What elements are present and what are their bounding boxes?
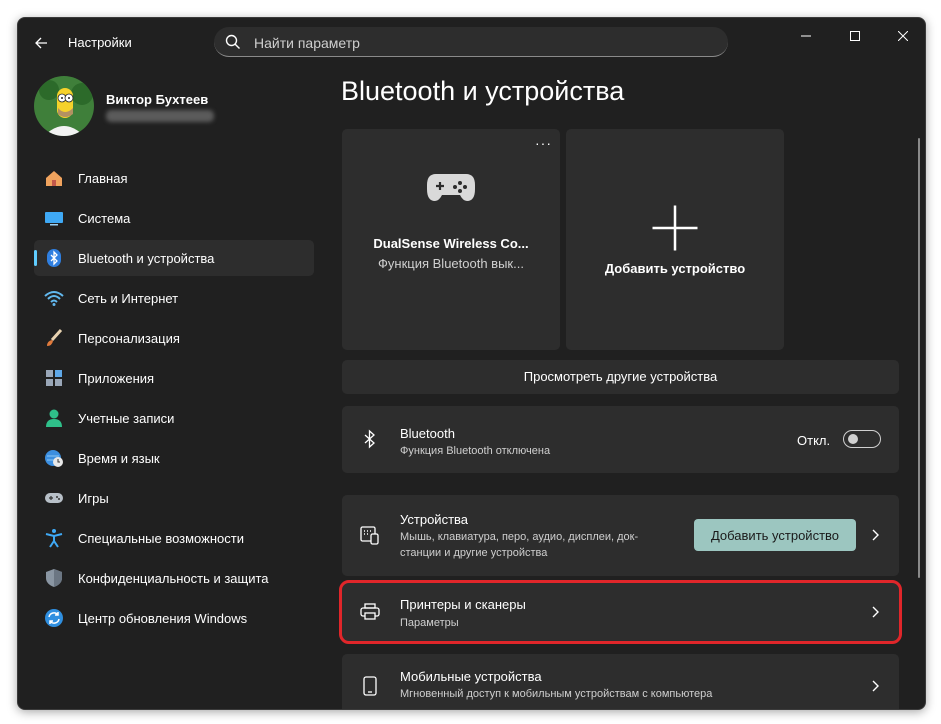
wifi-icon [44,288,64,308]
devices-subtitle-line2: станции и другие устройства [400,547,548,559]
bluetooth-card: Bluetooth Функция Bluetooth отключена От… [342,406,899,473]
back-arrow-icon [35,37,47,49]
gamepad-icon [426,171,476,210]
close-button[interactable] [885,24,921,48]
back-button[interactable] [30,32,52,54]
sidebar-item-label: Главная [78,171,128,186]
sidebar-item-label: Персонализация [78,331,180,346]
bluetooth-title: Bluetooth [400,426,455,441]
sidebar-item-windows-update[interactable]: Центр обновления Windows [34,600,314,636]
sidebar-item-label: Система [78,211,131,226]
sidebar-item-label: Центр обновления Windows [78,611,248,626]
maximize-icon [850,31,860,41]
globe-clock-icon [44,448,64,468]
chevron-right-icon[interactable] [869,529,881,541]
more-options-button[interactable]: ··· [535,135,552,151]
plus-icon [650,203,700,258]
sidebar-nav: Главная Система Bluetooth и устройства С… [34,160,314,640]
bluetooth-subtitle: Функция Bluetooth отключена [400,445,551,457]
devices-card[interactable]: Устройства Мышь, клавиатура, перо, аудио… [342,495,899,576]
shield-icon [44,568,64,588]
apps-icon [44,368,64,388]
sidebar-item-system[interactable]: Система [34,200,314,236]
sidebar-item-label: Сеть и Интернет [78,291,179,306]
minimize-icon [801,35,811,37]
device-name: DualSense Wireless Co... [373,236,529,251]
sidebar-item-network[interactable]: Сеть и Интернет [34,280,314,316]
maximize-button[interactable] [837,24,873,48]
app-title: Настройки [68,35,132,50]
keyboard-printer-icon [360,525,380,545]
sidebar-item-home[interactable]: Главная [34,160,314,196]
add-device-label: Добавить устройство [604,261,746,276]
sidebar-item-label: Игры [78,491,109,506]
sidebar-item-label: Bluetooth и устройства [78,251,215,266]
sidebar-item-label: Учетные записи [78,411,175,426]
monitor-icon [44,208,64,228]
sidebar-item-label: Конфиденциальность и защита [78,571,269,586]
phone-icon [360,676,380,696]
view-more-devices-button[interactable]: Просмотреть другие устройства [342,360,899,394]
page-title: Bluetooth и устройства [341,76,625,106]
sidebar-item-accounts[interactable]: Учетные записи [34,400,314,436]
search-input[interactable] [252,32,716,54]
update-icon [44,608,64,628]
sidebar-item-privacy[interactable]: Конфиденциальность и защита [34,560,314,596]
settings-window: Настройки Виктор Бухтеев [17,17,926,710]
person-icon [44,408,64,428]
sidebar-item-label: Время и язык [78,451,160,466]
bluetooth-toggle-label: Откл. [797,433,831,448]
device-status: Функция Bluetooth вык... [378,256,524,271]
user-name: Виктор Бухтеев [106,92,209,107]
sidebar-item-label: Специальные возможности [78,531,244,546]
user-email-blurred [106,110,214,122]
add-device-tile[interactable]: Добавить устройство [566,129,784,350]
devices-title: Устройства [400,512,469,527]
scrollbar[interactable] [918,138,920,578]
accessibility-icon [44,528,64,548]
bluetooth-icon [360,429,380,449]
close-icon [898,31,908,41]
add-device-button[interactable]: Добавить устройство [694,519,856,551]
mobile-title: Мобильные устройства [400,669,542,684]
toggle-knob [848,434,858,444]
sidebar-item-apps[interactable]: Приложения [34,360,314,396]
avatar[interactable] [34,76,94,136]
sidebar-item-gaming[interactable]: Игры [34,480,314,516]
mobile-devices-card[interactable]: Мобильные устройства Мгновенный доступ к… [342,654,899,709]
brush-icon [44,328,64,348]
home-icon [44,168,64,188]
sidebar-item-accessibility[interactable]: Специальные возможности [34,520,314,556]
gamepad-icon [44,488,64,508]
highlight-frame [339,580,902,644]
device-tile-dualsense[interactable]: ··· DualSense Wireless Co... Функция Blu… [342,129,560,350]
chevron-right-icon[interactable] [869,680,881,692]
bluetooth-toggle[interactable] [843,430,881,448]
sidebar-item-bluetooth[interactable]: Bluetooth и устройства [34,240,314,276]
search-icon [225,34,240,49]
sidebar-item-label: Приложения [78,371,155,386]
minimize-button[interactable] [788,24,824,48]
sidebar-item-time-language[interactable]: Время и язык [34,440,314,476]
mobile-subtitle: Мгновенный доступ к мобильным устройства… [400,688,713,700]
search-box[interactable] [214,27,728,57]
devices-subtitle-line1: Мышь, клавиатура, перо, аудио, дисплеи, … [400,531,639,543]
sidebar-item-personalization[interactable]: Персонализация [34,320,314,356]
bluetooth-icon [44,248,64,268]
